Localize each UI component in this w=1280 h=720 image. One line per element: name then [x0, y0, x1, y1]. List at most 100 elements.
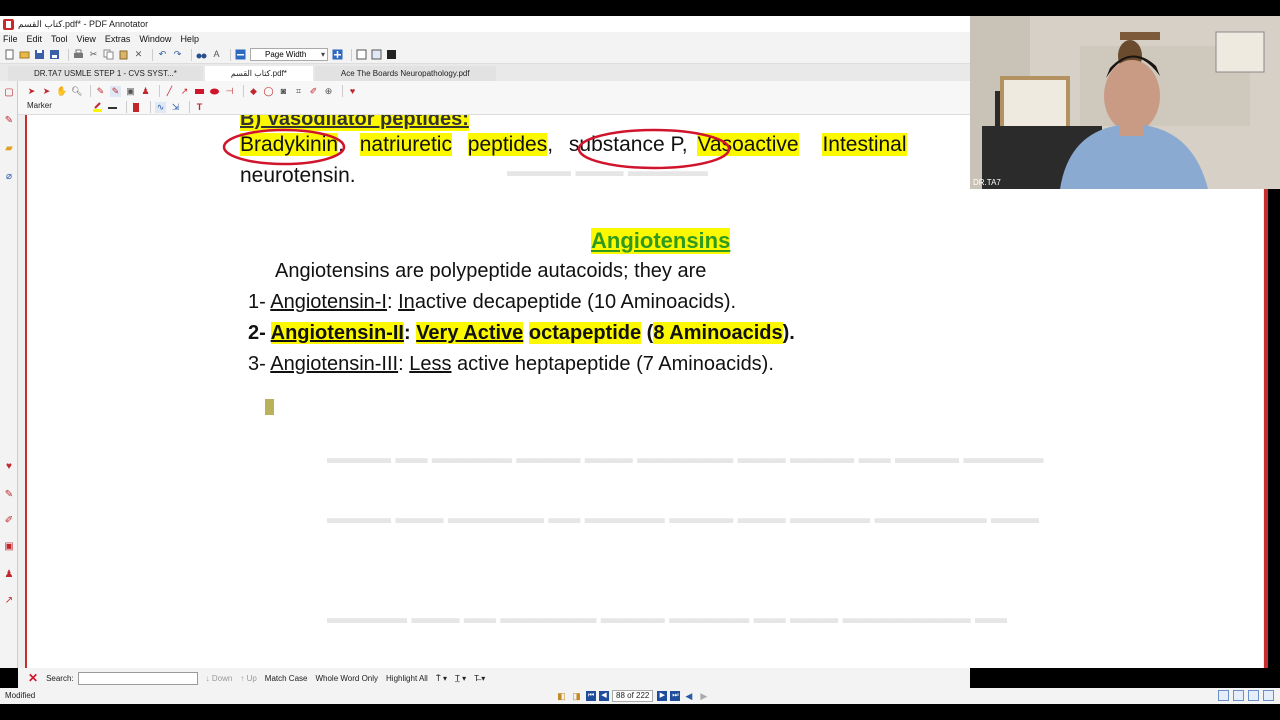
select-text-icon[interactable]: ➤: [41, 86, 52, 97]
highlighter-icon[interactable]: ✐: [308, 86, 319, 97]
fit-page-icon[interactable]: [371, 49, 382, 60]
continuous-layout-icon[interactable]: [1233, 690, 1244, 701]
menu-view[interactable]: View: [77, 34, 96, 44]
two-page-continuous-layout-icon[interactable]: [1263, 690, 1274, 701]
history-forward-icon[interactable]: ▶: [698, 691, 709, 702]
open-folder-icon[interactable]: [19, 49, 30, 60]
text-style-icon[interactable]: T̄ ▾: [436, 674, 447, 683]
hand-icon[interactable]: ✋: [56, 86, 67, 97]
text-color-icon[interactable]: T: [194, 102, 205, 113]
image-icon[interactable]: ▣: [125, 86, 136, 97]
close-find-icon[interactable]: ✕: [28, 671, 38, 685]
line-icon[interactable]: ╱: [164, 86, 175, 97]
first-page-button[interactable]: ⏮: [586, 691, 596, 701]
previous-page-button[interactable]: ◀: [599, 691, 609, 701]
marker-color-icon[interactable]: [92, 101, 103, 113]
image-panel-icon[interactable]: ▣: [3, 541, 15, 553]
highlight-all-option[interactable]: Highlight All: [386, 674, 428, 683]
text-format-icon[interactable]: A: [211, 49, 222, 60]
folder-panel-icon[interactable]: ▰: [3, 143, 15, 155]
smooth-line-icon[interactable]: ∿: [155, 101, 166, 113]
annotation-toolbar: ➤ ➤ ✋ 🔍︎ ✎ ✎ ▣ ♟ ╱ ↗ ⊣ ◆ ◯ ◙ ⌗ ✐ ⊕ ♥ Mar…: [0, 81, 970, 115]
bookmark-back-icon[interactable]: ◧: [556, 691, 567, 702]
pdf-page[interactable]: B) Vasodilator peptides: Bradykinin, nat…: [27, 115, 1263, 668]
menu-help[interactable]: Help: [180, 34, 199, 44]
zoom-out-icon[interactable]: [235, 49, 246, 60]
zoom-select-icon[interactable]: ⊕: [323, 86, 334, 97]
pen-icon[interactable]: ✎: [95, 86, 106, 97]
page-panel-icon[interactable]: ▢: [3, 87, 15, 99]
new-document-icon[interactable]: [4, 49, 15, 60]
favorites-heart-icon[interactable]: ♥: [347, 86, 358, 97]
fill-color-icon[interactable]: [131, 102, 142, 113]
find-down-button[interactable]: ↓ Down: [206, 674, 233, 683]
zoom-tool-icon[interactable]: 🔍︎: [71, 86, 82, 97]
text-strike-icon[interactable]: T̶ ▾: [474, 674, 485, 683]
menu-tool[interactable]: Tool: [51, 34, 68, 44]
cut-icon[interactable]: ✂: [88, 49, 99, 60]
next-page-button[interactable]: ▶: [657, 691, 668, 701]
last-page-button[interactable]: ⏭: [670, 691, 681, 701]
delete-icon[interactable]: ✕: [133, 49, 144, 60]
zoom-in-icon[interactable]: [332, 49, 343, 60]
annotation-tools-row: ➤ ➤ ✋ 🔍︎ ✎ ✎ ▣ ♟ ╱ ↗ ⊣ ◆ ◯ ◙ ⌗ ✐ ⊕ ♥: [26, 83, 362, 99]
whole-word-option[interactable]: Whole Word Only: [315, 674, 378, 683]
menu-edit[interactable]: Edit: [27, 34, 43, 44]
tab-kitab-alqism[interactable]: كتاب القسم.pdf*: [204, 66, 313, 81]
marker-icon[interactable]: ✎: [110, 85, 121, 97]
two-page-layout-icon[interactable]: [1248, 690, 1259, 701]
lasso-icon[interactable]: ◯: [263, 86, 274, 97]
find-binoculars-icon[interactable]: [196, 49, 207, 60]
camera-icon[interactable]: ◙: [278, 86, 289, 97]
crop-icon[interactable]: ⌗: [293, 86, 304, 97]
save-all-icon[interactable]: [49, 49, 60, 60]
item-number: 2-: [248, 322, 266, 344]
item-sep: :: [398, 353, 404, 375]
pen-panel-icon[interactable]: ✎: [3, 115, 15, 127]
document-viewport[interactable]: B) Vasodilator peptides: Bradykinin, nat…: [18, 115, 1268, 668]
single-page-view-icon[interactable]: [356, 49, 367, 60]
save-icon[interactable]: [34, 49, 45, 60]
single-page-layout-icon[interactable]: [1218, 690, 1229, 701]
page-number-input[interactable]: 88 of 222: [612, 690, 654, 702]
straighten-icon[interactable]: ⇲: [170, 102, 181, 113]
print-icon[interactable]: [73, 49, 84, 60]
marker-panel-icon[interactable]: ✎: [3, 489, 15, 501]
toolbar-separator: [351, 48, 352, 61]
bradykinin-circle-annotation[interactable]: [222, 128, 346, 166]
bookmark-forward-icon[interactable]: ◨: [571, 691, 582, 702]
paste-icon[interactable]: [118, 49, 129, 60]
redo-icon[interactable]: ↷: [172, 49, 183, 60]
copy-icon[interactable]: [103, 49, 114, 60]
stamp-panel-icon[interactable]: ♟: [3, 569, 15, 581]
angiotensin-name: Angiotensin-I: [270, 291, 387, 313]
fullscreen-icon[interactable]: [386, 49, 397, 60]
measure-icon[interactable]: ⊣: [224, 86, 235, 97]
stamp-icon[interactable]: ♟: [140, 86, 151, 97]
rectangle-icon[interactable]: [194, 86, 205, 97]
find-up-button[interactable]: ↑ Up: [240, 674, 256, 683]
text-underline-icon[interactable]: T̲ ▾: [455, 674, 466, 683]
tab-usmle-cvs[interactable]: DR.TA7 USMLE STEP 1 - CVS SYST...*: [8, 66, 203, 81]
history-back-icon[interactable]: ◀: [683, 691, 694, 702]
bleed-through-text: ▬▬▬▬▬ ▬▬▬ ▬▬ ▬▬▬▬▬▬ ▬▬▬▬ ▬▬▬▬▬ ▬▬ ▬▬▬ ▬▬…: [327, 610, 1008, 627]
eraser-icon[interactable]: ◆: [248, 86, 259, 97]
menu-file[interactable]: File: [3, 34, 18, 44]
arrow-line-icon[interactable]: ↗: [179, 86, 190, 97]
line-width-icon[interactable]: [107, 102, 118, 113]
zoom-select[interactable]: Page Width: [250, 48, 328, 61]
search-input[interactable]: [77, 671, 198, 685]
menu-window[interactable]: Window: [139, 34, 171, 44]
tab-ace-neuropathology[interactable]: Ace The Boards Neuropathology.pdf: [314, 66, 496, 81]
menu-extras[interactable]: Extras: [105, 34, 131, 44]
attachment-panel-icon[interactable]: ⌀: [3, 171, 15, 183]
pdf-annotator-app-icon: [3, 18, 14, 30]
favorites-panel-icon[interactable]: ♥: [3, 461, 15, 473]
ellipse-icon[interactable]: [209, 86, 220, 97]
match-case-option[interactable]: Match Case: [265, 674, 308, 683]
intestinal-word: Intestinal: [822, 133, 907, 156]
arrow-panel-icon[interactable]: ↗: [3, 595, 15, 607]
select-arrow-icon[interactable]: ➤: [26, 86, 37, 97]
undo-icon[interactable]: ↶: [157, 49, 168, 60]
pen-tool-panel-icon[interactable]: ✐: [3, 515, 15, 527]
